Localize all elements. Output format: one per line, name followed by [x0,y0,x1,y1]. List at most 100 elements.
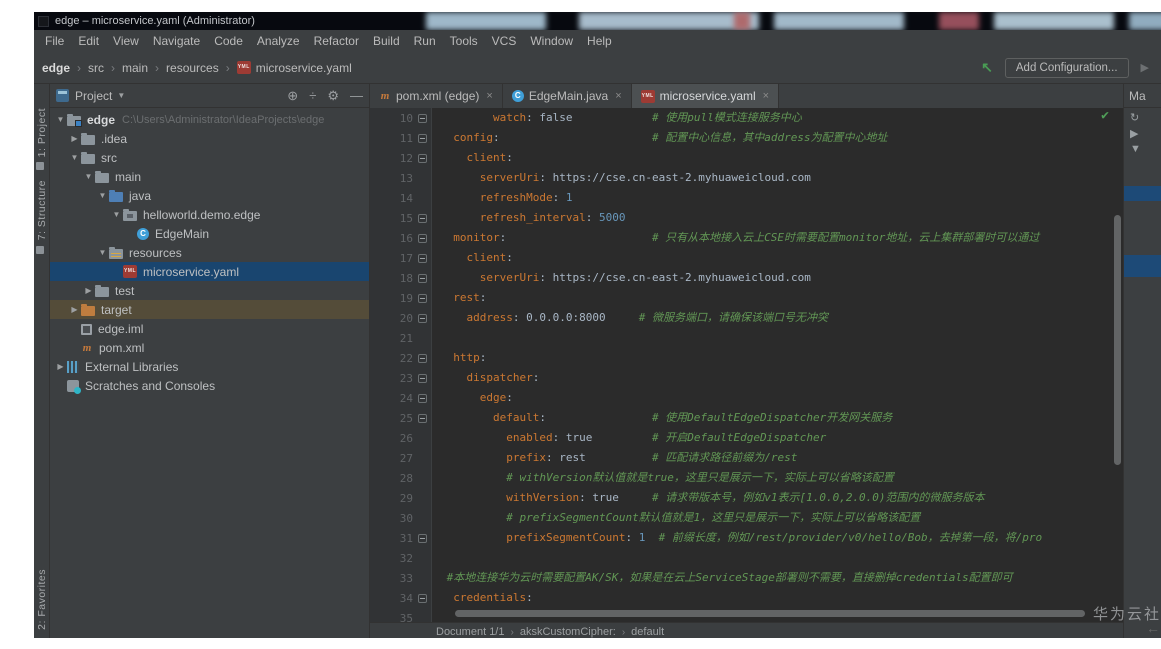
fold-marker[interactable] [418,594,427,603]
fold-marker[interactable] [418,134,427,143]
collapse-arrow-icon[interactable]: ▼ [82,172,95,181]
maven-panel-title[interactable]: Ma [1124,84,1161,108]
fold-marker[interactable] [418,294,427,303]
fold-marker[interactable] [418,254,427,263]
code-line[interactable]: 34 credentials: [370,588,1123,608]
fold-marker[interactable] [418,214,427,223]
yaml-breadcrumb-item[interactable]: default [631,626,664,638]
menu-item-navigate[interactable]: Navigate [146,30,207,52]
maven-selected-item[interactable] [1124,186,1161,201]
code-line[interactable]: 22 http: [370,348,1123,368]
code-line[interactable]: 29 withVersion: true # 请求带版本号，例如v1表示[1.0… [370,488,1123,508]
menu-item-run[interactable]: Run [407,30,443,52]
code-line[interactable]: 26 enabled: true # 开启DefaultEdgeDispatch… [370,428,1123,448]
code-editor[interactable]: 10 watch: false # 使用pull模式连接服务中心11 confi… [370,108,1123,622]
tree-row[interactable]: CEdgeMain [50,224,369,243]
project-panel-title[interactable]: Project [75,89,112,103]
menu-item-code[interactable]: Code [207,30,250,52]
code-line[interactable]: 23 dispatcher: [370,368,1123,388]
expand-arrow-icon[interactable]: ▶ [68,134,81,143]
tree-row[interactable]: ▶External Libraries [50,357,369,376]
code-line[interactable]: 21 [370,328,1123,348]
close-icon[interactable]: × [486,90,492,102]
fold-marker[interactable] [418,234,427,243]
hide-panel-icon[interactable]: — [350,89,363,102]
code-line[interactable]: 13 serverUri: https://cse.cn-east-2.myhu… [370,168,1123,188]
breadcrumb-item[interactable]: main [122,61,148,75]
code-line[interactable]: 32 [370,548,1123,568]
tree-row[interactable]: ▶.idea [50,129,369,148]
tree-row[interactable]: YMLmicroservice.yaml [50,262,369,281]
code-line[interactable]: 33 #本地连接华为云时需要配置AK/SK，如果是在云上ServiceStage… [370,568,1123,588]
expand-arrow-icon[interactable]: ▶ [54,362,67,371]
code-line[interactable]: 19 rest: [370,288,1123,308]
collapse-arrow-icon[interactable]: ▼ [68,153,81,162]
tool-button-favorites[interactable]: 2: Favorites [36,569,48,630]
code-line[interactable]: 24 edge: [370,388,1123,408]
collapse-arrow-icon[interactable]: ▼ [96,248,109,257]
fold-marker[interactable] [418,414,427,423]
fold-marker[interactable] [418,394,427,403]
code-line[interactable]: 30 # prefixSegmentCount默认值就是1，这里只是展示一下，实… [370,508,1123,528]
breadcrumb-item[interactable]: src [88,61,104,75]
code-line[interactable]: 27 prefix: rest # 匹配请求路径前缀为/rest [370,448,1123,468]
menu-item-edit[interactable]: Edit [71,30,106,52]
yaml-breadcrumb-item[interactable]: akskCustomCipher: [520,626,616,638]
tree-row[interactable]: ▶target [50,300,369,319]
fold-marker[interactable] [418,114,427,123]
tab-EdgeMain.java[interactable]: CEdgeMain.java× [503,84,632,108]
refresh-icon[interactable]: ↻ [1124,108,1161,124]
menu-item-view[interactable]: View [106,30,146,52]
tree-row[interactable]: ▼src [50,148,369,167]
code-line[interactable]: 11 config: # 配置中心信息，其中address为配置中心地址 [370,128,1123,148]
code-line[interactable]: 20 address: 0.0.0.0:8000 # 微服务端口，请确保该端口号… [370,308,1123,328]
locate-icon[interactable]: ⊕ [287,89,298,102]
tool-button-project[interactable]: 1: Project [36,108,48,157]
code-line[interactable]: 28 # withVersion默认值就是true，这里只是展示一下，实际上可以… [370,468,1123,488]
add-configuration-button[interactable]: Add Configuration... [1005,58,1129,78]
code-line[interactable]: 17 client: [370,248,1123,268]
fold-marker[interactable] [418,154,427,163]
menu-item-vcs[interactable]: VCS [485,30,524,52]
menu-item-tools[interactable]: Tools [443,30,485,52]
tree-row[interactable]: edge.iml [50,319,369,338]
expand-arrow-icon[interactable]: ▶ [82,286,95,295]
close-icon[interactable]: × [763,90,769,102]
tab-pom.xmledge[interactable]: mpom.xml (edge)× [370,84,503,108]
tree-row[interactable]: ▼java [50,186,369,205]
expand-arrow-icon[interactable]: ▶ [68,305,81,314]
code-line[interactable]: 15 refresh_interval: 5000 [370,208,1123,228]
menu-item-refactor[interactable]: Refactor [307,30,366,52]
breadcrumb-item[interactable]: edge [42,61,70,75]
code-line[interactable]: 14 refreshMode: 1 [370,188,1123,208]
code-line[interactable]: 25 default: # 使用DefaultEdgeDispatcher开发网… [370,408,1123,428]
code-line[interactable]: 12 client: [370,148,1123,168]
tab-microservice.yaml[interactable]: YMLmicroservice.yaml× [632,84,779,108]
tree-row[interactable]: ▼main [50,167,369,186]
breadcrumb-item[interactable]: YMLmicroservice.yaml [237,61,352,75]
collapse-arrow-icon[interactable]: ▼ [96,191,109,200]
tree-row[interactable]: ▼edgeC:\Users\Administrator\IdeaProjects… [50,110,369,129]
code-line[interactable]: 10 watch: false # 使用pull模式连接服务中心 [370,108,1123,128]
fold-marker[interactable] [418,374,427,383]
menu-item-build[interactable]: Build [366,30,407,52]
fold-marker[interactable] [418,534,427,543]
tree-row[interactable]: ▼resources [50,243,369,262]
build-hammer-icon[interactable]: ↖ [981,59,993,76]
chevron-down-icon[interactable]: ▼ [1124,140,1161,155]
code-line[interactable]: 18 serverUri: https://cse.cn-east-2.myhu… [370,268,1123,288]
fold-marker[interactable] [418,274,427,283]
vertical-scrollbar[interactable] [1114,215,1121,465]
tree-row[interactable]: ▼helloworld.demo.edge [50,205,369,224]
breadcrumb-item[interactable]: resources [166,61,219,75]
tree-row[interactable]: Scratches and Consoles [50,376,369,395]
fold-marker[interactable] [418,354,427,363]
menu-item-window[interactable]: Window [523,30,580,52]
menu-item-help[interactable]: Help [580,30,619,52]
run-icon[interactable]: ▶ [1124,124,1161,140]
menu-item-file[interactable]: File [38,30,71,52]
chevron-down-icon[interactable]: ▼ [117,91,125,100]
collapse-all-icon[interactable]: ÷ [309,89,316,102]
settings-gear-icon[interactable]: ⚙ [327,89,339,102]
menu-item-analyze[interactable]: Analyze [250,30,307,52]
